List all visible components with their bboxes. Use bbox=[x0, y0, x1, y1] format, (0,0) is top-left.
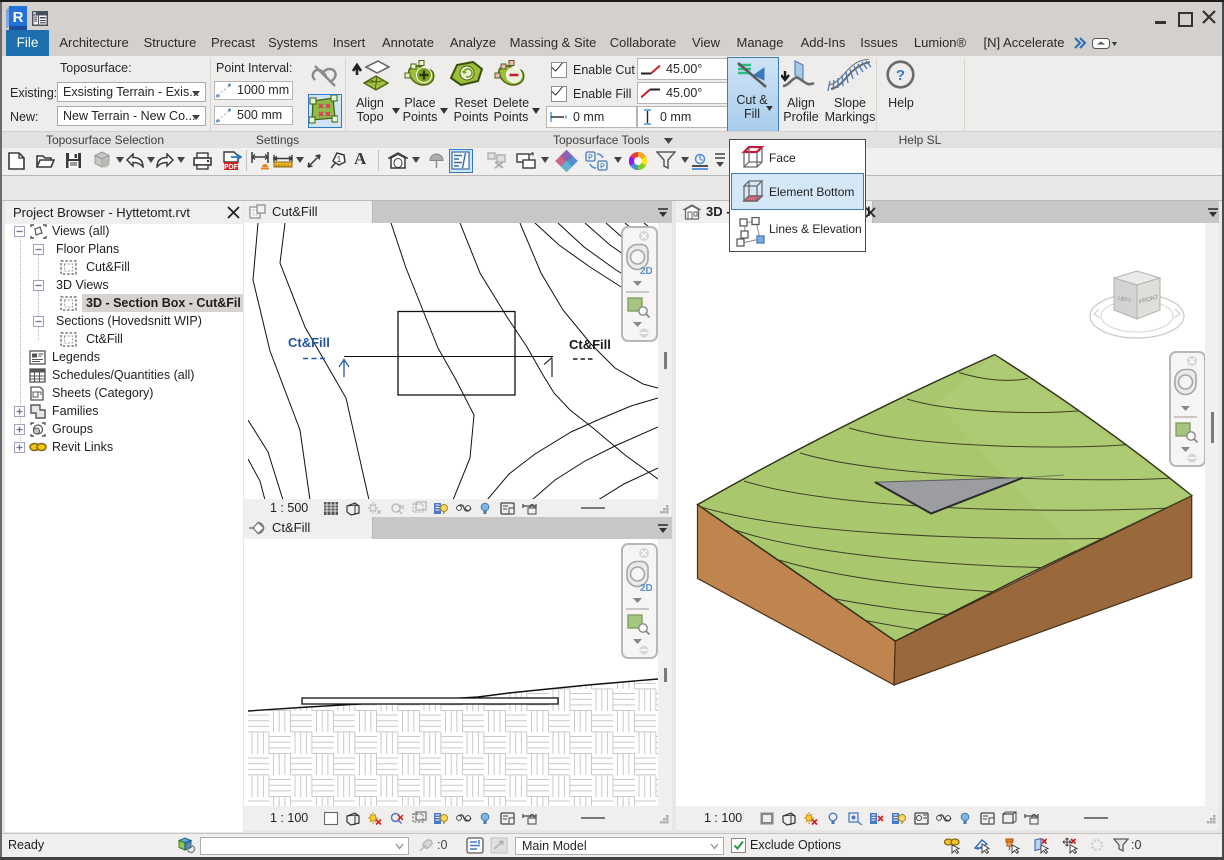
svg-text:P: P bbox=[588, 155, 593, 162]
svg-text:P: P bbox=[600, 164, 605, 171]
svg-text:Ct&Fill: Ct&Fill bbox=[288, 335, 330, 350]
svg-text:2D: 2D bbox=[640, 583, 652, 594]
svg-text:2D: 2D bbox=[640, 266, 652, 277]
svg-text:1: 1 bbox=[337, 154, 342, 164]
svg-text:Ct&Fill: Ct&Fill bbox=[569, 337, 611, 352]
svg-text:?: ? bbox=[896, 67, 905, 84]
svg-text:PDF: PDF bbox=[224, 164, 239, 171]
svg-text:R: R bbox=[13, 9, 24, 26]
